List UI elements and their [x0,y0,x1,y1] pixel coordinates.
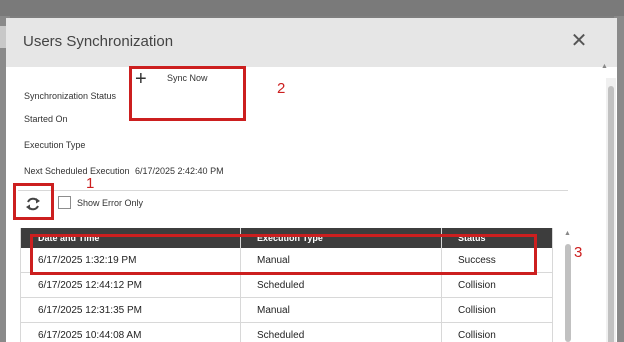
cell-status: Collision [458,330,496,341]
cell-execution-type: Scheduled [257,280,305,291]
cell-execution-type: Manual [257,305,290,316]
cell-execution-type: Scheduled [257,330,305,341]
dialog-title: Users Synchronization [23,33,174,50]
close-icon[interactable]: ✕ [568,30,590,52]
table-scroll-up-icon[interactable]: ▲ [564,230,571,237]
table-border-left [20,228,21,342]
background-app-bar [0,0,624,16]
table-row[interactable]: 6/17/2025 12:31:35 PM Manual Collision [20,298,553,323]
sync-status-label: Synchronization Status [24,91,117,101]
table-scrollbar[interactable]: ▲ [564,230,572,342]
dialog-scrollbar[interactable] [606,78,616,342]
annotation-number-2: 2 [277,80,286,97]
next-scheduled-value: 6/17/2025 2:42:40 PM [135,166,224,176]
next-scheduled-label: Next Scheduled Execution [24,166,130,176]
table-border-right [552,228,553,342]
dialog-scrollbar-thumb[interactable] [608,86,614,342]
annotation-box-3 [30,234,537,275]
show-error-only-checkbox[interactable] [58,196,71,209]
cell-date-time: 6/17/2025 12:44:12 PM [38,280,142,291]
started-on-label: Started On [24,114,68,124]
cell-status: Collision [458,305,496,316]
table-row[interactable]: 6/17/2025 12:44:12 PM Scheduled Collisio… [20,273,553,298]
dialog-scroll-up-icon[interactable]: ▲ [601,63,608,70]
execution-type-label: Execution Type [24,140,86,150]
cell-date-time: 6/17/2025 12:31:35 PM [38,305,142,316]
table-row[interactable]: 6/17/2025 10:44:08 AM Scheduled Collisio… [20,323,553,342]
section-divider [18,190,568,191]
cell-date-time: 6/17/2025 10:44:08 AM [38,330,142,341]
annotation-box-2 [129,66,246,121]
dialog-header: Users Synchronization ✕ [6,18,617,67]
annotation-box-1 [13,183,54,220]
cell-status: Collision [458,280,496,291]
table-scrollbar-thumb[interactable] [565,244,571,342]
annotation-number-3: 3 [574,244,583,261]
show-error-only-label: Show Error Only [77,198,144,208]
annotation-number-1: 1 [86,175,95,192]
